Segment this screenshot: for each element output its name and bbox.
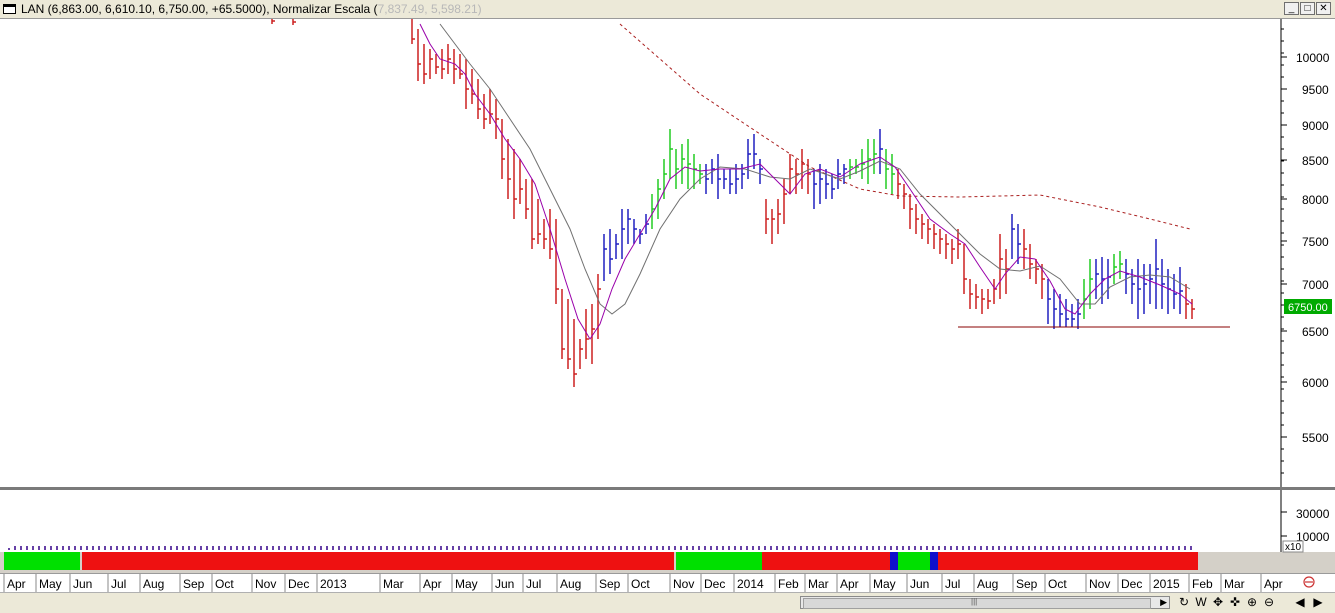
time-axis-label: Oct [1048,577,1067,591]
time-axis-label: Aug [143,577,164,591]
bottom-toolbar: ||| ▶ ↻ W ✥ ✜ ⊕ ⊖ ◀ ▶ [0,592,1335,613]
horizontal-scrollbar[interactable]: ||| ▶ [800,596,1170,609]
weekly-icon[interactable]: W [1193,595,1209,610]
time-axis-label: Sep [599,577,621,591]
time-axis-label: Oct [631,577,650,591]
scale-close: ) [477,2,482,16]
time-axis-label: Nov [255,577,276,591]
time-axis-label: May [873,577,896,591]
price-chart-pane[interactable]: 10000 9500 9000 8500 8000 7500 7000 6500… [0,19,1335,487]
regime-band-down [938,552,1198,570]
time-axis-label: Mar [383,577,404,591]
long-moving-average [619,23,1191,230]
minimize-button[interactable]: _ [1284,2,1299,15]
close-button[interactable]: ✕ [1316,2,1331,15]
time-axis-label: Apr [423,577,442,591]
price-tick-label: 8000 [1302,193,1329,207]
move-icon[interactable]: ✥ [1210,595,1226,610]
time-axis-label: Aug [977,577,998,591]
zoom-in-icon[interactable]: ⊕ [1244,595,1260,610]
regime-band-up [676,552,762,570]
time-axis-label: Jun [73,577,92,591]
regime-band-down [82,552,674,570]
time-axis-label: Dec [288,577,309,591]
time-axis-label: Dec [1121,577,1142,591]
time-axis-label: Dec [704,577,725,591]
last-price-label: 6750.00 [1288,302,1328,314]
time-axis-label: Sep [183,577,205,591]
time-axis-label: Jun [495,577,514,591]
time-axis-svg: Apr May Jun Jul Aug Sep Oct Nov Dec 2013 Mar Apr May… [3,574,1315,592]
scroll-left-icon[interactable]: ◀ [1292,595,1308,610]
maximize-button[interactable]: □ [1300,2,1315,15]
time-axis-label: May [455,577,478,591]
symbol-info: LAN (6,863.00, 6,610.10, 6,750.00, +65.5… [21,2,378,16]
time-axis-label: Nov [1089,577,1110,591]
regime-band-neutral [890,552,898,570]
volume-pane[interactable]: 30000 10000 x10 [0,490,1335,570]
chart-title: LAN (6,863.00, 6,610.10, 6,750.00, +65.5… [21,0,482,18]
regime-band-up [898,552,930,570]
time-axis: Apr May Jun Jul Aug Sep Oct Nov Dec 2013 Mar Apr May… [0,573,1335,592]
slow-moving-average [439,23,1191,315]
time-axis-label: 2014 [737,577,764,591]
time-axis-label: Aug [560,577,581,591]
price-tick-label: 7000 [1302,278,1329,292]
time-axis-label: 2015 [1153,577,1180,591]
price-chart: 10000 9500 9000 8500 8000 7500 7000 6500… [271,19,1332,487]
price-tick-label: 5500 [1302,431,1329,445]
time-axis-label: Apr [1264,577,1283,591]
time-axis-label: Mar [808,577,829,591]
time-axis-label: Apr [7,577,26,591]
regime-band-neutral [930,552,938,570]
refresh-icon[interactable]: ↻ [1176,595,1192,610]
crosshair-icon[interactable]: ✜ [1227,595,1243,610]
time-axis-label: Jul [526,577,541,591]
price-tick-label: 8500 [1302,154,1329,168]
fast-moving-average [419,23,1193,340]
time-axis-label: Mar [1224,577,1245,591]
time-axis-label: Jul [111,577,126,591]
time-axis-label: Jun [910,577,929,591]
volume-tick-label: 30000 [1296,507,1330,521]
price-tick-label: 7500 [1302,235,1329,249]
time-axis-label: Feb [1192,577,1213,591]
time-axis-label: Jul [945,577,960,591]
regime-band-down [762,552,890,570]
time-axis-label: Feb [778,577,799,591]
time-axis-label: Apr [840,577,859,591]
price-tick-label: 9500 [1302,83,1329,97]
window-icon[interactable] [3,4,16,14]
time-axis-label: Nov [673,577,694,591]
time-axis-label: Sep [1016,577,1038,591]
volume-chart: 30000 10000 x10 [4,490,1330,570]
chart-window-titlebar: LAN (6,863.00, 6,610.10, 6,750.00, +65.5… [0,0,1335,19]
scroll-right-arrow-icon[interactable]: ▶ [1160,597,1167,608]
scrollbar-grip: ||| [971,597,978,606]
volume-multiplier: x10 [1285,542,1302,553]
zoom-out-icon[interactable]: ⊖ [1261,595,1277,610]
time-axis-label: Oct [215,577,234,591]
scale-range: 7,837.49, 5,598.21 [377,2,478,16]
price-tick-label: 6000 [1302,376,1329,390]
price-tick-label: 9000 [1302,119,1329,133]
time-axis-label: May [39,577,62,591]
regime-band-up [4,552,80,570]
price-tick-label: 6500 [1302,325,1329,339]
price-tick-label: 10000 [1296,51,1330,65]
time-axis-label: 2013 [320,577,347,591]
scroll-right-icon[interactable]: ▶ [1310,595,1326,610]
